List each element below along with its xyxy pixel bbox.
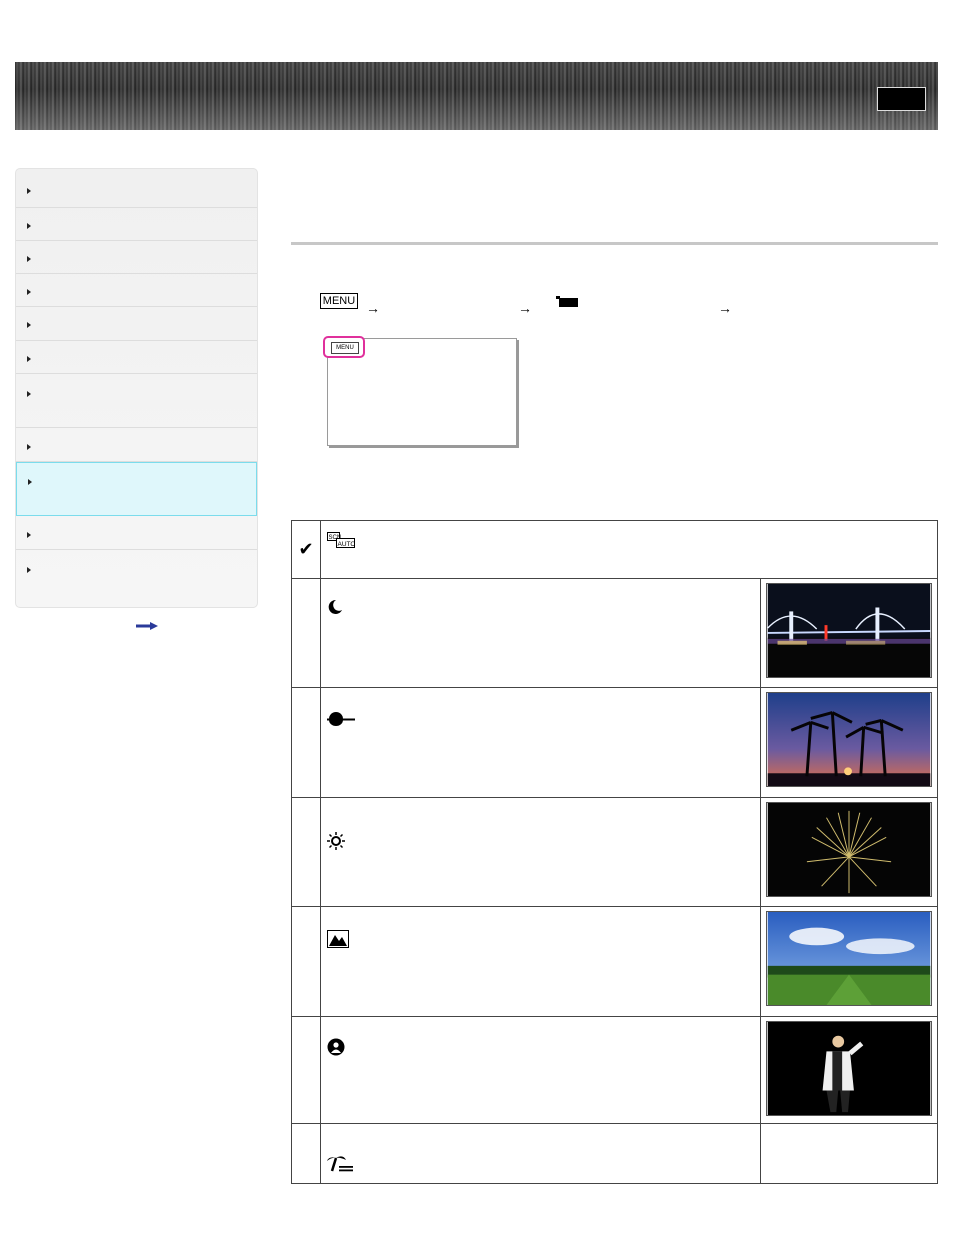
mode-cell: SCN AUTO xyxy=(320,520,938,579)
thumb-cell xyxy=(760,797,938,907)
sidebar-item-11[interactable] xyxy=(16,550,257,607)
table-row xyxy=(291,906,938,1017)
table-row xyxy=(291,578,938,688)
mode-cell xyxy=(320,687,761,798)
mode-cell xyxy=(320,906,761,1017)
triangle-right-icon xyxy=(27,223,31,229)
thumb-cell xyxy=(760,687,938,798)
sidebar-item-2[interactable] xyxy=(16,208,257,241)
sidebar-item-7[interactable] xyxy=(16,374,257,428)
sidebar-item-9-active[interactable] xyxy=(16,462,257,516)
sidebar-item-5[interactable] xyxy=(16,307,257,341)
sunrise-sunset-icon xyxy=(327,712,355,726)
triangle-right-icon xyxy=(27,256,31,262)
top-button[interactable] xyxy=(877,87,926,111)
mode-cell xyxy=(320,578,761,688)
sidebar-item-3[interactable] xyxy=(16,241,257,274)
arrow-icon: → xyxy=(518,300,532,316)
check-icon: ✔ xyxy=(291,520,321,579)
landscape-icon xyxy=(327,930,349,948)
title-divider xyxy=(291,242,938,245)
check-cell xyxy=(291,687,321,798)
thumb-cell xyxy=(760,1123,938,1184)
night-bridge-photo xyxy=(766,583,932,678)
triangle-right-icon xyxy=(27,188,31,194)
triangle-right-icon xyxy=(27,391,31,397)
triangle-right-icon xyxy=(27,532,31,538)
check-cell xyxy=(291,1123,321,1184)
table-row xyxy=(291,1016,938,1124)
arrow-icon: → xyxy=(718,300,732,316)
arrow-icon: → xyxy=(366,300,380,316)
triangle-right-icon xyxy=(27,444,31,450)
triangle-right-icon xyxy=(27,567,31,573)
triangle-right-icon xyxy=(27,356,31,362)
landscape-field-photo xyxy=(766,911,932,1006)
menu-button-highlight: MENU xyxy=(323,336,365,358)
scn-auto-icon: SCN AUTO xyxy=(327,532,355,548)
night-scene-icon xyxy=(328,599,342,614)
thumb-cell xyxy=(760,1016,938,1124)
triangle-right-icon xyxy=(28,479,32,485)
sidebar-item-1[interactable] xyxy=(16,169,257,208)
check-cell xyxy=(291,1016,321,1124)
sunset-palms-photo xyxy=(766,692,932,787)
triangle-right-icon xyxy=(27,289,31,295)
scene-mode-table: ✔ SCN AUTO xyxy=(291,520,938,1184)
mode-cell xyxy=(320,1123,761,1184)
fireworks-photo xyxy=(766,802,932,897)
spotlight-singer-photo xyxy=(766,1021,932,1116)
check-cell xyxy=(291,906,321,1017)
sidebar-nav xyxy=(15,168,258,608)
sidebar-item-10[interactable] xyxy=(16,516,257,550)
check-cell xyxy=(291,578,321,688)
beach-icon xyxy=(327,1156,353,1172)
menu-key: MENU xyxy=(320,293,358,309)
mode-cell xyxy=(320,797,761,907)
table-row xyxy=(291,1123,938,1184)
table-row xyxy=(291,687,938,798)
sidebar-item-4[interactable] xyxy=(16,274,257,307)
table-row: ✔ SCN AUTO xyxy=(291,520,938,579)
mode-cell xyxy=(320,1016,761,1124)
sidebar-item-6[interactable] xyxy=(16,341,257,374)
sidebar-item-8[interactable] xyxy=(16,428,257,462)
arrow-right-icon[interactable] xyxy=(136,622,158,630)
header-banner xyxy=(15,62,938,130)
camera-mode-icon xyxy=(556,296,578,307)
check-cell xyxy=(291,797,321,907)
table-row xyxy=(291,797,938,907)
spotlight-icon xyxy=(327,1038,345,1056)
thumb-cell xyxy=(760,906,938,1017)
triangle-right-icon xyxy=(27,322,31,328)
thumb-cell xyxy=(760,578,938,688)
fireworks-icon xyxy=(327,832,345,850)
menu-button-label: MENU xyxy=(331,342,359,354)
svg-text:AUTO: AUTO xyxy=(338,541,356,548)
